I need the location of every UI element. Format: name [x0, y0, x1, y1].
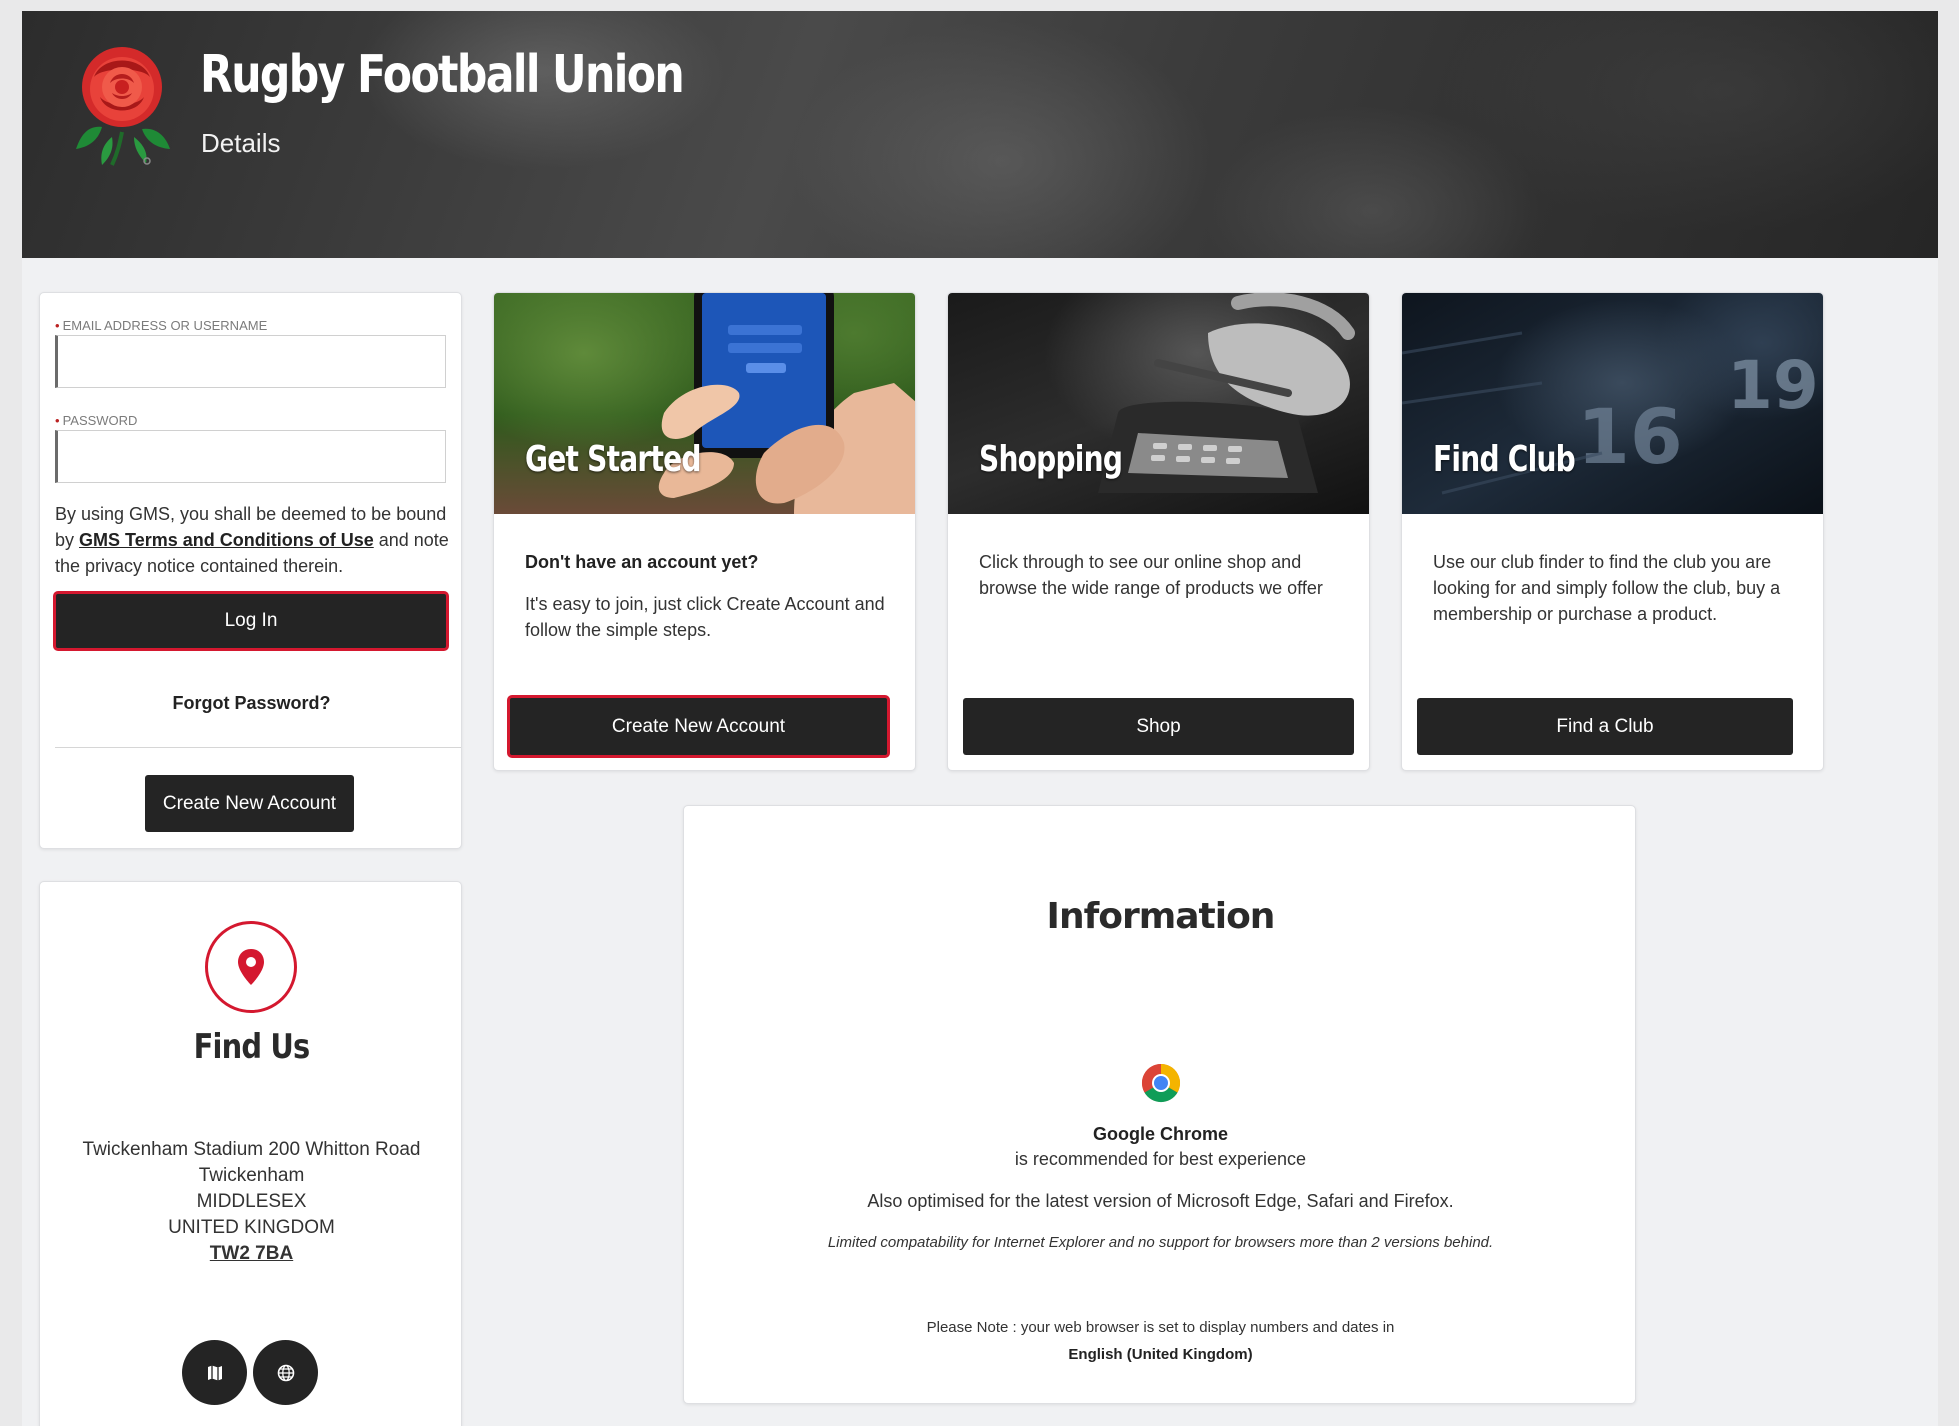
- browser-name: Google Chrome: [1092, 1124, 1228, 1144]
- find-us-card: Find Us Twickenham Stadium 200 Whitton R…: [39, 881, 462, 1426]
- terms-link[interactable]: GMS Terms and Conditions of Use: [79, 530, 374, 550]
- phone-in-hand-graphic: [658, 293, 915, 514]
- find-us-title: Find Us: [193, 1027, 311, 1067]
- limited-compatibility-text: Limited compatability for Internet Explo…: [827, 1234, 1494, 1251]
- svg-text:16: 16: [1577, 392, 1683, 481]
- find-club-text: Use our club finder to find the club you…: [1433, 552, 1781, 624]
- shop-button[interactable]: Shop: [963, 698, 1354, 755]
- map-button[interactable]: [182, 1340, 247, 1405]
- shopping-text: Click through to see our online shop and…: [979, 552, 1323, 598]
- get-started-card: Get Started Don't have an account yet? I…: [493, 292, 916, 771]
- address-line: Twickenham: [198, 1165, 305, 1186]
- address: Twickenham Stadium 200 Whitton Road Twic…: [40, 1137, 461, 1267]
- rugby-jerseys-graphic: 16 19: [1402, 331, 1819, 495]
- website-button[interactable]: [253, 1340, 318, 1405]
- get-started-text: It's easy to join, just click Create Acc…: [525, 594, 885, 640]
- password-label-text: PASSWORD: [62, 413, 138, 428]
- find-club-body: Use our club finder to find the club you…: [1433, 549, 1803, 627]
- login-card: • EMAIL ADDRESS OR USERNAME • PASSWORD By …: [39, 292, 462, 849]
- address-line: MIDDLESEX: [196, 1191, 307, 1212]
- login-button[interactable]: Log In: [53, 591, 449, 651]
- forgot-password-link[interactable]: Forgot Password?: [40, 693, 461, 714]
- find-a-club-button[interactable]: Find a Club: [1417, 698, 1793, 755]
- pin-glyph: [238, 949, 264, 985]
- page: Rugby Football Union Details • EMAIL ADDR…: [22, 11, 1938, 1426]
- card-terminal-graphic: [1098, 293, 1355, 493]
- find-club-title: Find Club: [1433, 439, 1576, 480]
- shopping-card: Shopping Click through to see our online…: [947, 292, 1370, 771]
- password-label: • PASSWORD: [55, 413, 138, 428]
- also-optimised-text: Also optimised for the latest version of…: [867, 1191, 1454, 1211]
- locale-note: Please Note : your web browser is set to…: [926, 1319, 1395, 1336]
- header-banner: Rugby Football Union Details: [22, 11, 1938, 258]
- rose-logo-icon: [76, 47, 170, 166]
- browser-note: is recommended for best experience: [1014, 1149, 1307, 1169]
- find-club-card: 16 19 Find Club Use our club finder to f…: [1401, 292, 1824, 771]
- shopping-title: Shopping: [979, 439, 1123, 480]
- chrome-icon: [1141, 1064, 1181, 1103]
- locale-value: English (United Kingdom): [1068, 1346, 1253, 1363]
- password-input[interactable]: [55, 430, 446, 483]
- get-started-image: Get Started: [494, 293, 915, 514]
- email-label-text: EMAIL ADDRESS OR USERNAME: [62, 318, 268, 333]
- find-club-image: 16 19 Find Club: [1402, 293, 1823, 514]
- shopping-image: Shopping: [948, 293, 1369, 514]
- shopping-body: Click through to see our online shop and…: [979, 549, 1349, 601]
- email-label: • EMAIL ADDRESS OR USERNAME: [55, 318, 268, 333]
- email-input[interactable]: [55, 335, 446, 388]
- get-started-body: Don't have an account yet? It's easy to …: [525, 549, 895, 643]
- address-line: Twickenham Stadium 200 Whitton Road: [82, 1139, 421, 1160]
- information-card: Information Google Chrome is recommended…: [683, 805, 1636, 1404]
- get-started-title: Get Started: [525, 439, 702, 480]
- map-icon: [207, 1365, 222, 1380]
- divider: [55, 747, 461, 748]
- postcode-link[interactable]: TW2 7BA: [40, 1241, 461, 1267]
- information-title: Information: [1046, 896, 1276, 937]
- location-pin-icon: [205, 921, 297, 1013]
- get-started-create-account-button[interactable]: Create New Account: [507, 695, 890, 758]
- globe-icon: [277, 1364, 294, 1381]
- create-account-button[interactable]: Create New Account: [145, 775, 354, 832]
- svg-text:19: 19: [1727, 347, 1819, 424]
- brand-title: Rugby Football Union: [200, 45, 685, 105]
- get-started-question: Don't have an account yet?: [525, 552, 759, 572]
- terms-text: By using GMS, you shall be deemed to be …: [55, 501, 455, 579]
- address-line: UNITED KINGDOM: [168, 1217, 335, 1238]
- page-subtitle: Details: [201, 128, 281, 158]
